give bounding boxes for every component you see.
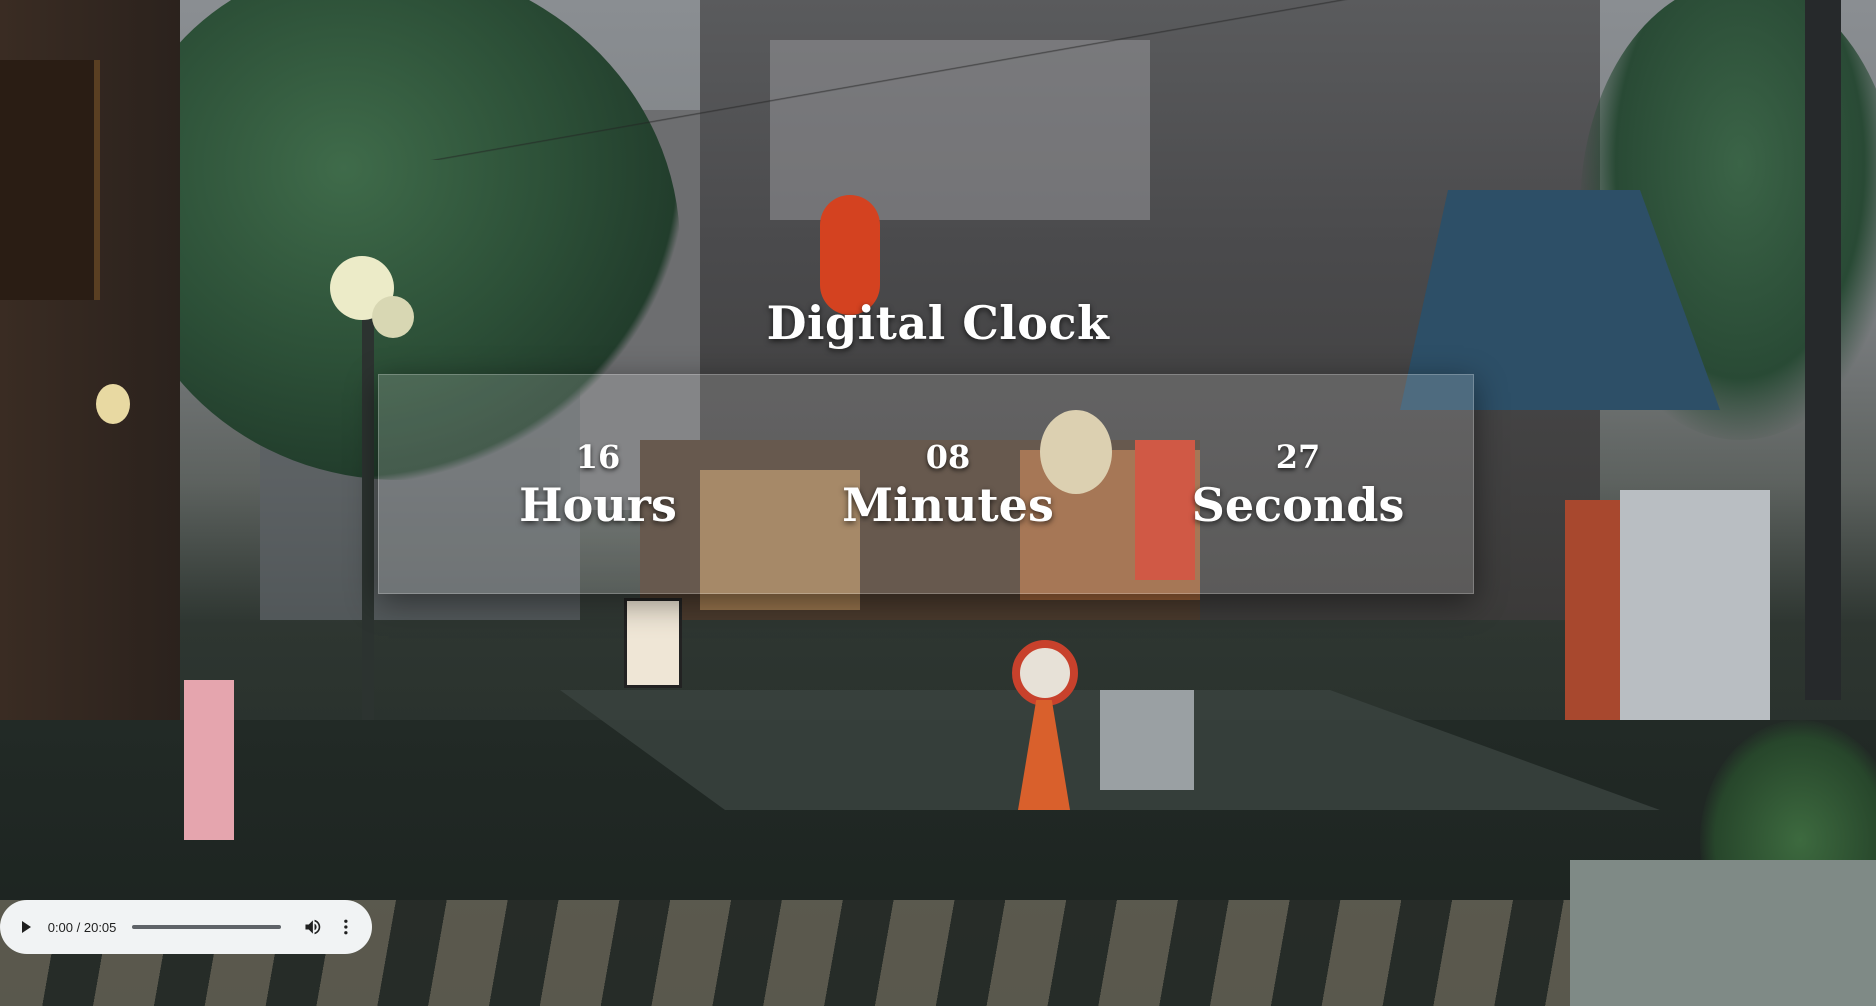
menu-board (184, 680, 234, 840)
seconds-unit: 27 Seconds (1138, 438, 1458, 558)
hours-unit: 16 Hours (438, 438, 758, 558)
seconds-label: Seconds (1191, 478, 1405, 532)
minutes-value: 08 (925, 438, 971, 476)
hours-label: Hours (519, 478, 677, 532)
clock-units: 16 Hours 08 Minutes 27 Seconds (378, 438, 1508, 558)
sale-sign (624, 598, 682, 688)
minutes-unit: 08 Minutes (788, 438, 1108, 558)
trash-can (1100, 690, 1194, 790)
minutes-label: Minutes (842, 478, 1054, 532)
volume-icon[interactable] (303, 917, 323, 937)
audio-seek-bar[interactable] (132, 925, 281, 929)
audio-player[interactable]: 0:00 / 20:05 (0, 900, 372, 954)
concrete-planter (1570, 860, 1876, 1006)
no-entry-sign (1012, 640, 1078, 706)
seconds-value: 27 (1275, 438, 1321, 476)
vending-machine (1620, 490, 1770, 740)
more-options-icon[interactable] (336, 917, 356, 937)
wall-lamp (96, 384, 130, 424)
hours-value: 16 (575, 438, 621, 476)
streetlamp-post (362, 300, 374, 730)
page-title: Digital Clock (766, 296, 1110, 350)
power-lines (0, 0, 1876, 160)
audio-time: 0:00 / 20:05 (47, 919, 117, 935)
play-button[interactable] (16, 916, 38, 938)
play-icon (22, 921, 32, 933)
